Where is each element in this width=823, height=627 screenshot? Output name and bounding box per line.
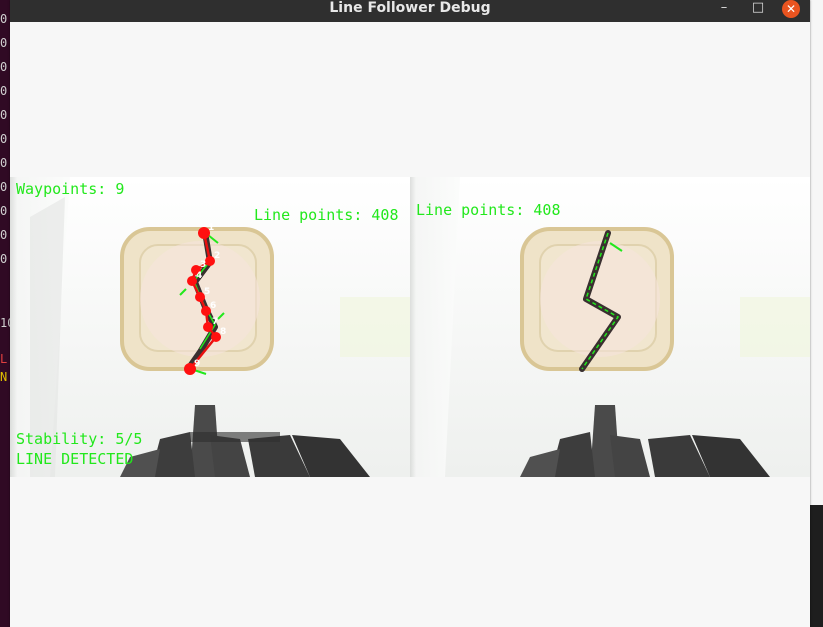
- window-title: Line Follower Debug: [329, 0, 491, 16]
- terminal-fragment: 0: [0, 84, 8, 98]
- terminal-fragment: 0: [0, 60, 8, 74]
- line-status: LINE DETECTED: [16, 450, 134, 468]
- waypoints-count: Waypoints: 9: [16, 180, 125, 198]
- waypoint-label: 8: [220, 327, 226, 337]
- terminal-fragment: 0: [0, 228, 8, 242]
- terminal-fragment: 0: [0, 252, 8, 266]
- title-bar[interactable]: Line Follower Debug – □ ✕: [10, 0, 810, 22]
- camera-view-mask: Line points: 408: [410, 177, 810, 477]
- waypoint-label: 4: [196, 271, 202, 281]
- terminal-fragment: 0: [0, 12, 8, 26]
- terminal-fragment: 0: [0, 180, 8, 194]
- line-points-count-right: Line points: 408: [416, 201, 561, 219]
- waypoint-label: 3: [200, 260, 206, 270]
- terminal-fragment: 10: [0, 316, 10, 330]
- waypoint-label: 5: [204, 287, 210, 297]
- terminal-fragment: 0: [0, 36, 8, 50]
- waypoint-label: 1: [208, 223, 214, 233]
- background-desktop: [810, 505, 823, 627]
- debug-window: Line Follower Debug – □ ✕ 1 2 3 4 5 6 7 …: [10, 0, 810, 627]
- waypoint-label: 9: [194, 359, 200, 369]
- background-window-edge: [810, 0, 823, 505]
- line-points-count-left: Line points: 408: [254, 206, 399, 224]
- terminal-fragment: 0: [0, 204, 8, 218]
- waypoint-label: 6: [210, 301, 216, 311]
- window-content: 123456789 Waypoints: 9 Line points: 408 …: [10, 22, 810, 627]
- camera-view-annotated: 123456789 Waypoints: 9 Line points: 408 …: [10, 177, 410, 477]
- terminal-fragment: 0: [0, 156, 8, 170]
- terminal-fragment: 0: [0, 108, 8, 122]
- waypoint-label: 2: [214, 251, 220, 261]
- waypoint-label: 7: [212, 317, 218, 327]
- camera-image-right: [410, 177, 810, 477]
- maximize-button[interactable]: □: [747, 0, 769, 20]
- minimize-button[interactable]: –: [713, 0, 735, 20]
- stability-readout: Stability: 5/5: [16, 430, 143, 448]
- terminal-fragment: N: [0, 370, 8, 384]
- terminal-fragment: L: [0, 352, 8, 366]
- close-button[interactable]: ✕: [782, 0, 800, 18]
- terminal-fragment: 0: [0, 132, 8, 146]
